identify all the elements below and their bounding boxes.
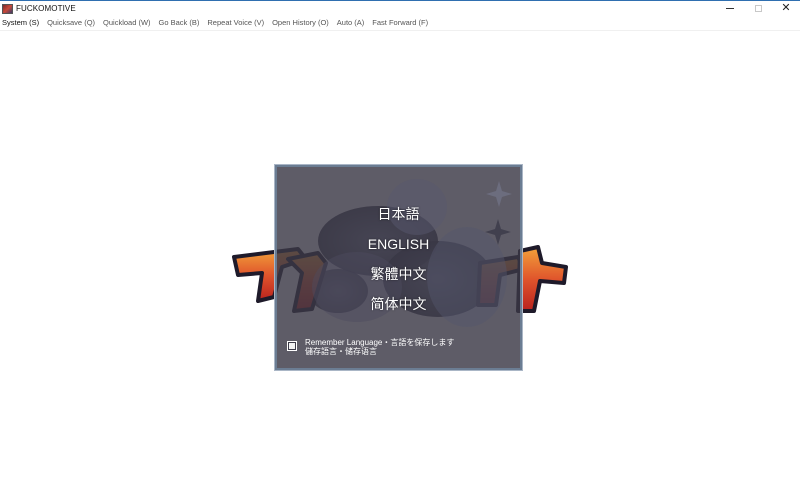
menu-bar: System (S) Quicksave (Q) Quickload (W) G… (0, 16, 800, 31)
language-option-simplified-chinese[interactable]: 简体中文 (363, 289, 435, 319)
game-viewport[interactable]: 日本語 ENGLISH 繁體中文 简体中文 Remember Language・… (0, 31, 800, 479)
title-bar: FUCKOMOTIVE ✕ (0, 1, 800, 16)
menu-item-go-back[interactable]: Go Back (B) (155, 16, 204, 30)
remember-language-label: Remember Language・言語を保存します 儲存語言・储存语言 (305, 338, 454, 356)
close-button[interactable]: ✕ (772, 1, 800, 16)
menu-item-open-history[interactable]: Open History (O) (268, 16, 333, 30)
maximize-button[interactable] (744, 1, 772, 16)
menu-item-system[interactable]: System (S) (0, 16, 43, 30)
minimize-icon (726, 8, 734, 9)
language-option-traditional-chinese[interactable]: 繁體中文 (363, 259, 435, 289)
remember-label-line1: Remember Language・言語を保存します (305, 338, 455, 347)
menu-item-fast-forward[interactable]: Fast Forward (F) (368, 16, 432, 30)
menu-item-repeat-voice[interactable]: Repeat Voice (V) (203, 16, 268, 30)
window-controls: ✕ (716, 1, 800, 16)
menu-item-quickload[interactable]: Quickload (W) (99, 16, 155, 30)
remember-language-toggle[interactable]: Remember Language・言語を保存します 儲存語言・储存语言 (287, 338, 454, 356)
menu-item-quicksave[interactable]: Quicksave (Q) (43, 16, 99, 30)
app-window: FUCKOMOTIVE ✕ System (S) Quicksave (Q) Q… (0, 0, 800, 479)
language-option-japanese[interactable]: 日本語 (370, 199, 428, 229)
window-title: FUCKOMOTIVE (16, 4, 76, 13)
minimize-button[interactable] (716, 1, 744, 16)
maximize-icon (754, 5, 762, 12)
remember-label-line2: 儲存語言・储存语言 (305, 347, 377, 356)
language-option-english[interactable]: ENGLISH (360, 229, 437, 259)
close-icon: ✕ (781, 2, 791, 14)
checkbox-icon[interactable] (287, 341, 297, 351)
app-icon[interactable] (2, 3, 13, 14)
language-options: 日本語 ENGLISH 繁體中文 简体中文 (277, 199, 520, 319)
language-dialog: 日本語 ENGLISH 繁體中文 简体中文 Remember Language・… (274, 164, 523, 371)
menu-item-auto[interactable]: Auto (A) (333, 16, 369, 30)
